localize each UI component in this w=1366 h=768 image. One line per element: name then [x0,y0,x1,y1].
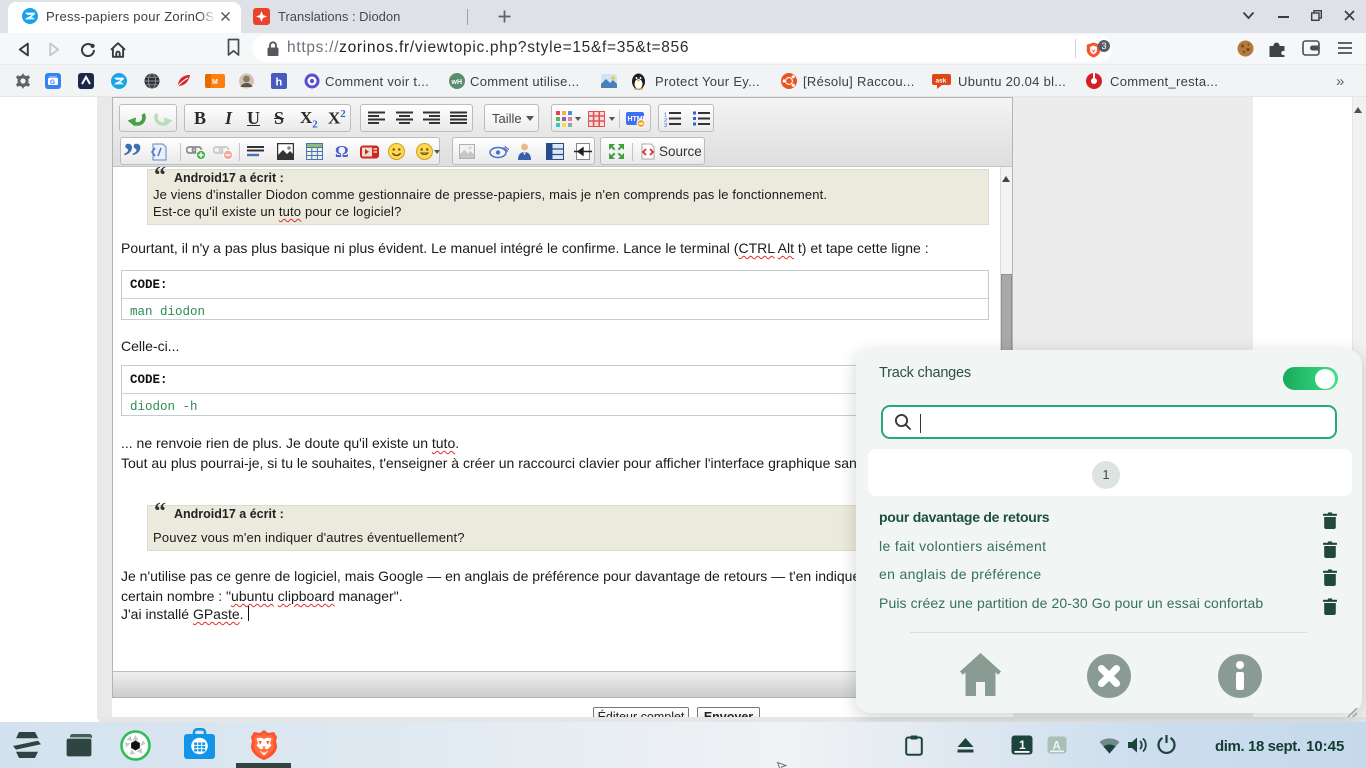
svg-text:ask: ask [936,78,947,85]
svg-text:3: 3 [664,123,667,127]
svg-text:wH: wH [451,79,463,86]
svg-text:h: h [276,77,283,89]
svg-text:1: 1 [1019,738,1026,752]
svg-text:M: M [212,79,218,86]
svg-text:G: G [50,79,55,86]
